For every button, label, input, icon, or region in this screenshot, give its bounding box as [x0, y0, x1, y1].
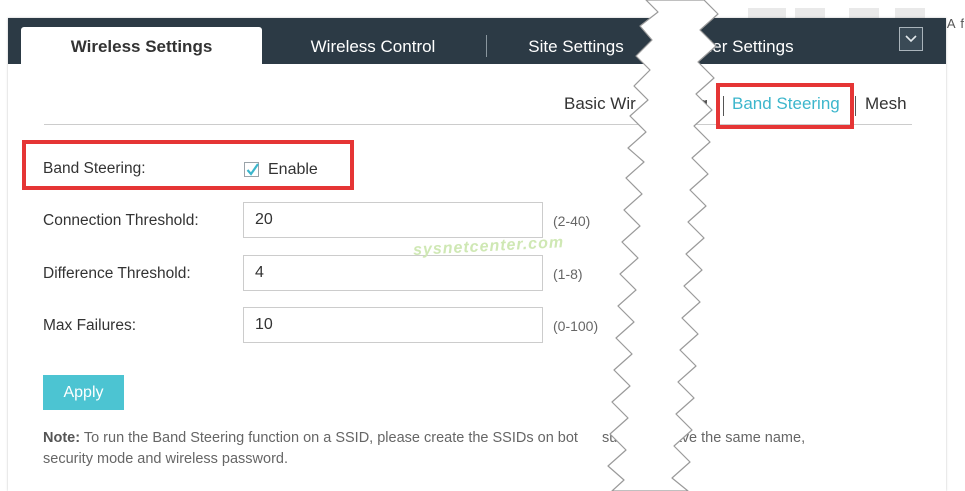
- tab-bar: Wireless Settings Wireless Control Site …: [8, 18, 946, 64]
- note-title: Note:: [43, 430, 81, 446]
- difference-threshold-input[interactable]: 4: [243, 255, 543, 291]
- subnav-separator: [855, 96, 856, 116]
- apply-button[interactable]: Apply: [43, 375, 124, 410]
- highlight-enable-row: [22, 140, 354, 190]
- max-failures-range: (0-100): [553, 318, 599, 334]
- background-text: A f: [946, 16, 965, 31]
- tab-controller-settings[interactable]: ontroller Settings: [660, 27, 836, 64]
- subnav-mesh[interactable]: Mesh: [865, 94, 907, 114]
- connection-threshold-input[interactable]: 20: [243, 202, 543, 238]
- tab-separator: [486, 35, 487, 57]
- note-body-part1: To run the Band Steering function on a S…: [80, 430, 578, 446]
- chevron-down-icon: [905, 35, 917, 43]
- subnav-wireless-setting[interactable]: ng: [689, 94, 708, 114]
- difference-threshold-range: (1-8): [553, 266, 583, 282]
- tab-site-settings[interactable]: Site Settings: [496, 27, 656, 64]
- max-failures-label: Max Failures:: [43, 317, 137, 334]
- background-blocks: [745, 0, 965, 20]
- tab-wireless-control[interactable]: Wireless Control: [270, 27, 476, 64]
- tab-wireless-settings[interactable]: Wireless Settings: [21, 27, 262, 64]
- note-text: Note: To run the Band Steering function …: [43, 428, 923, 470]
- subnav-basic-wireless[interactable]: Basic Wir: [564, 94, 636, 114]
- note-body-part2: sure they have the same name,: [597, 430, 806, 446]
- note-body-line2: security mode and wireless password.: [43, 451, 288, 467]
- max-failures-input[interactable]: 10: [243, 307, 543, 343]
- dropdown-button[interactable]: [899, 27, 923, 51]
- highlight-band-steering-tab: [716, 83, 854, 129]
- difference-threshold-label: Difference Threshold:: [43, 265, 191, 282]
- connection-threshold-range: (2-40): [553, 213, 591, 229]
- connection-threshold-label: Connection Threshold:: [43, 212, 199, 229]
